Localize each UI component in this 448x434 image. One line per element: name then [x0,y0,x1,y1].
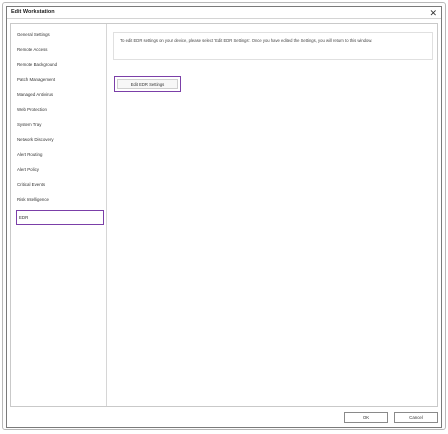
sidebar-item-managed-antivirus[interactable]: Managed Antivirus [17,89,105,101]
sidebar-item-remote-background[interactable]: Remote Background [17,59,105,71]
sidebar-item-patch-management[interactable]: Patch Management [17,74,105,86]
info-text: To edit EDR settings on your device, ple… [120,38,373,43]
ok-button[interactable]: OK [344,412,388,423]
info-box: To edit EDR settings on your device, ple… [113,32,433,60]
sidebar-item-alert-policy[interactable]: Alert Policy [17,164,105,176]
sidebar-item-system-tray[interactable]: System Tray [17,119,105,131]
edit-edr-settings-label: Edit EDR Settings [117,79,178,89]
sidebar-item-critical-events[interactable]: Critical Events [17,179,105,191]
sidebar-item-network-discovery[interactable]: Network Discovery [17,134,105,146]
sidebar-item-remote-access[interactable]: Remote Access [17,44,105,56]
sidebar-item-alert-routing[interactable]: Alert Routing [17,149,105,161]
titlebar: Edit Workstation ✕ [7,7,441,19]
sidebar-item-edr[interactable]: EDR [16,210,104,225]
settings-sidebar: General Settings Remote Access Remote Ba… [11,24,107,406]
sidebar-item-risk-intelligence[interactable]: Risk Intelligence [17,194,105,206]
main-panel: To edit EDR settings on your device, ple… [109,24,437,406]
sidebar-item-general-settings[interactable]: General Settings [17,29,105,41]
cancel-button[interactable]: Cancel [394,412,438,423]
dialog-content: General Settings Remote Access Remote Ba… [10,23,438,407]
dialog-title: Edit Workstation [11,9,55,15]
edit-workstation-dialog: Edit Workstation ✕ General Settings Remo… [6,6,442,428]
close-icon[interactable]: ✕ [429,7,437,19]
edit-edr-settings-button[interactable]: Edit EDR Settings [114,76,181,92]
sidebar-item-web-protection[interactable]: Web Protection [17,104,105,116]
dialog-footer: OK Cancel [10,409,438,425]
